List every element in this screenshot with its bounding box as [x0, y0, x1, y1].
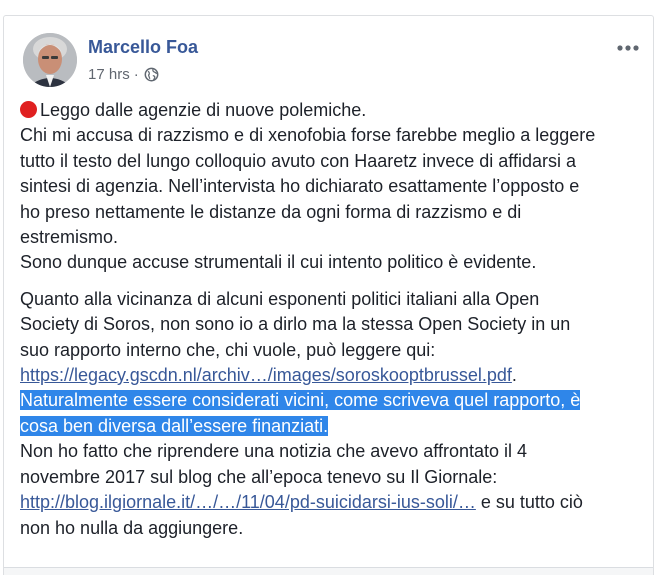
post-author[interactable]: Marcello Foa — [88, 37, 198, 58]
text-line: https://legacy.gscdn.nl/archiv…/images/s… — [20, 363, 640, 388]
text-line: sintesi di agenzia. Nell’intervista ho d… — [20, 176, 580, 197]
text-span: Leggo dalle agenzie di nuove polemiche. — [40, 100, 367, 120]
post-timestamp[interactable]: 17 hrs — [88, 66, 130, 83]
highlighted-line: cosa ben diversa dall’essere finanziati. — [20, 414, 640, 439]
facebook-post-card: Marcello Foa 17 hrs · Leggo dalle agenzi… — [3, 15, 654, 575]
post-text: Leggo dalle agenzie di nuove polemiche. … — [20, 98, 640, 541]
avatar-photo — [23, 33, 77, 87]
text-line: Chi mi accusa di razzismo e di xenofobia… — [20, 125, 596, 146]
selected-text[interactable]: Naturalmente essere considerati vicini, … — [20, 390, 581, 411]
globe-icon[interactable] — [144, 67, 159, 82]
soros-report-link[interactable]: https://legacy.gscdn.nl/archiv…/images/s… — [20, 365, 512, 385]
highlighted-line: Naturalmente essere considerati vicini, … — [20, 388, 640, 413]
text-line: http://blog.ilgiornale.it/…/…/11/04/pd-s… — [20, 490, 640, 515]
text-span: . — [511, 365, 517, 386]
text-line: suo rapporto interno che, chi vuole, può… — [20, 339, 436, 360]
text-line: tutto il testo del lungo colloquio avuto… — [20, 150, 577, 171]
text-line: Leggo dalle agenzie di nuove polemiche. — [20, 98, 640, 123]
paragraph-2: Quanto alla vicinanza di alcuni esponent… — [20, 287, 640, 541]
post-meta: 17 hrs · — [88, 66, 159, 83]
text-line: Non ho fatto che riprendere una notizia … — [20, 441, 527, 462]
paragraph-1: Leggo dalle agenzie di nuove polemiche. … — [20, 98, 640, 276]
text-line: Sono dunque accuse strumentali il cui in… — [20, 252, 537, 273]
text-span: e su tutto ciò — [475, 492, 583, 513]
red-circle-emoji-icon — [20, 101, 37, 118]
post-footer-strip — [4, 568, 653, 575]
selected-text[interactable]: cosa ben diversa dall’essere finanziati. — [20, 415, 329, 436]
avatar[interactable] — [23, 33, 77, 87]
text-line: ho preso nettamente le distanze da ogni … — [20, 201, 522, 222]
ilgiornale-blog-link[interactable]: http://blog.ilgiornale.it/…/…/11/04/pd-s… — [20, 492, 476, 512]
meta-separator: · — [133, 66, 139, 83]
text-line: estremismo. — [20, 227, 119, 248]
text-line: non ho nulla da aggiungere. — [20, 517, 244, 538]
text-line: Society di Soros, non sono io a dirlo ma… — [20, 314, 571, 335]
text-line: Quanto alla vicinanza di alcuni esponent… — [20, 288, 540, 309]
more-options-icon[interactable] — [615, 38, 641, 58]
text-line: novembre 2017 sul blog che all’epoca ten… — [20, 466, 498, 487]
